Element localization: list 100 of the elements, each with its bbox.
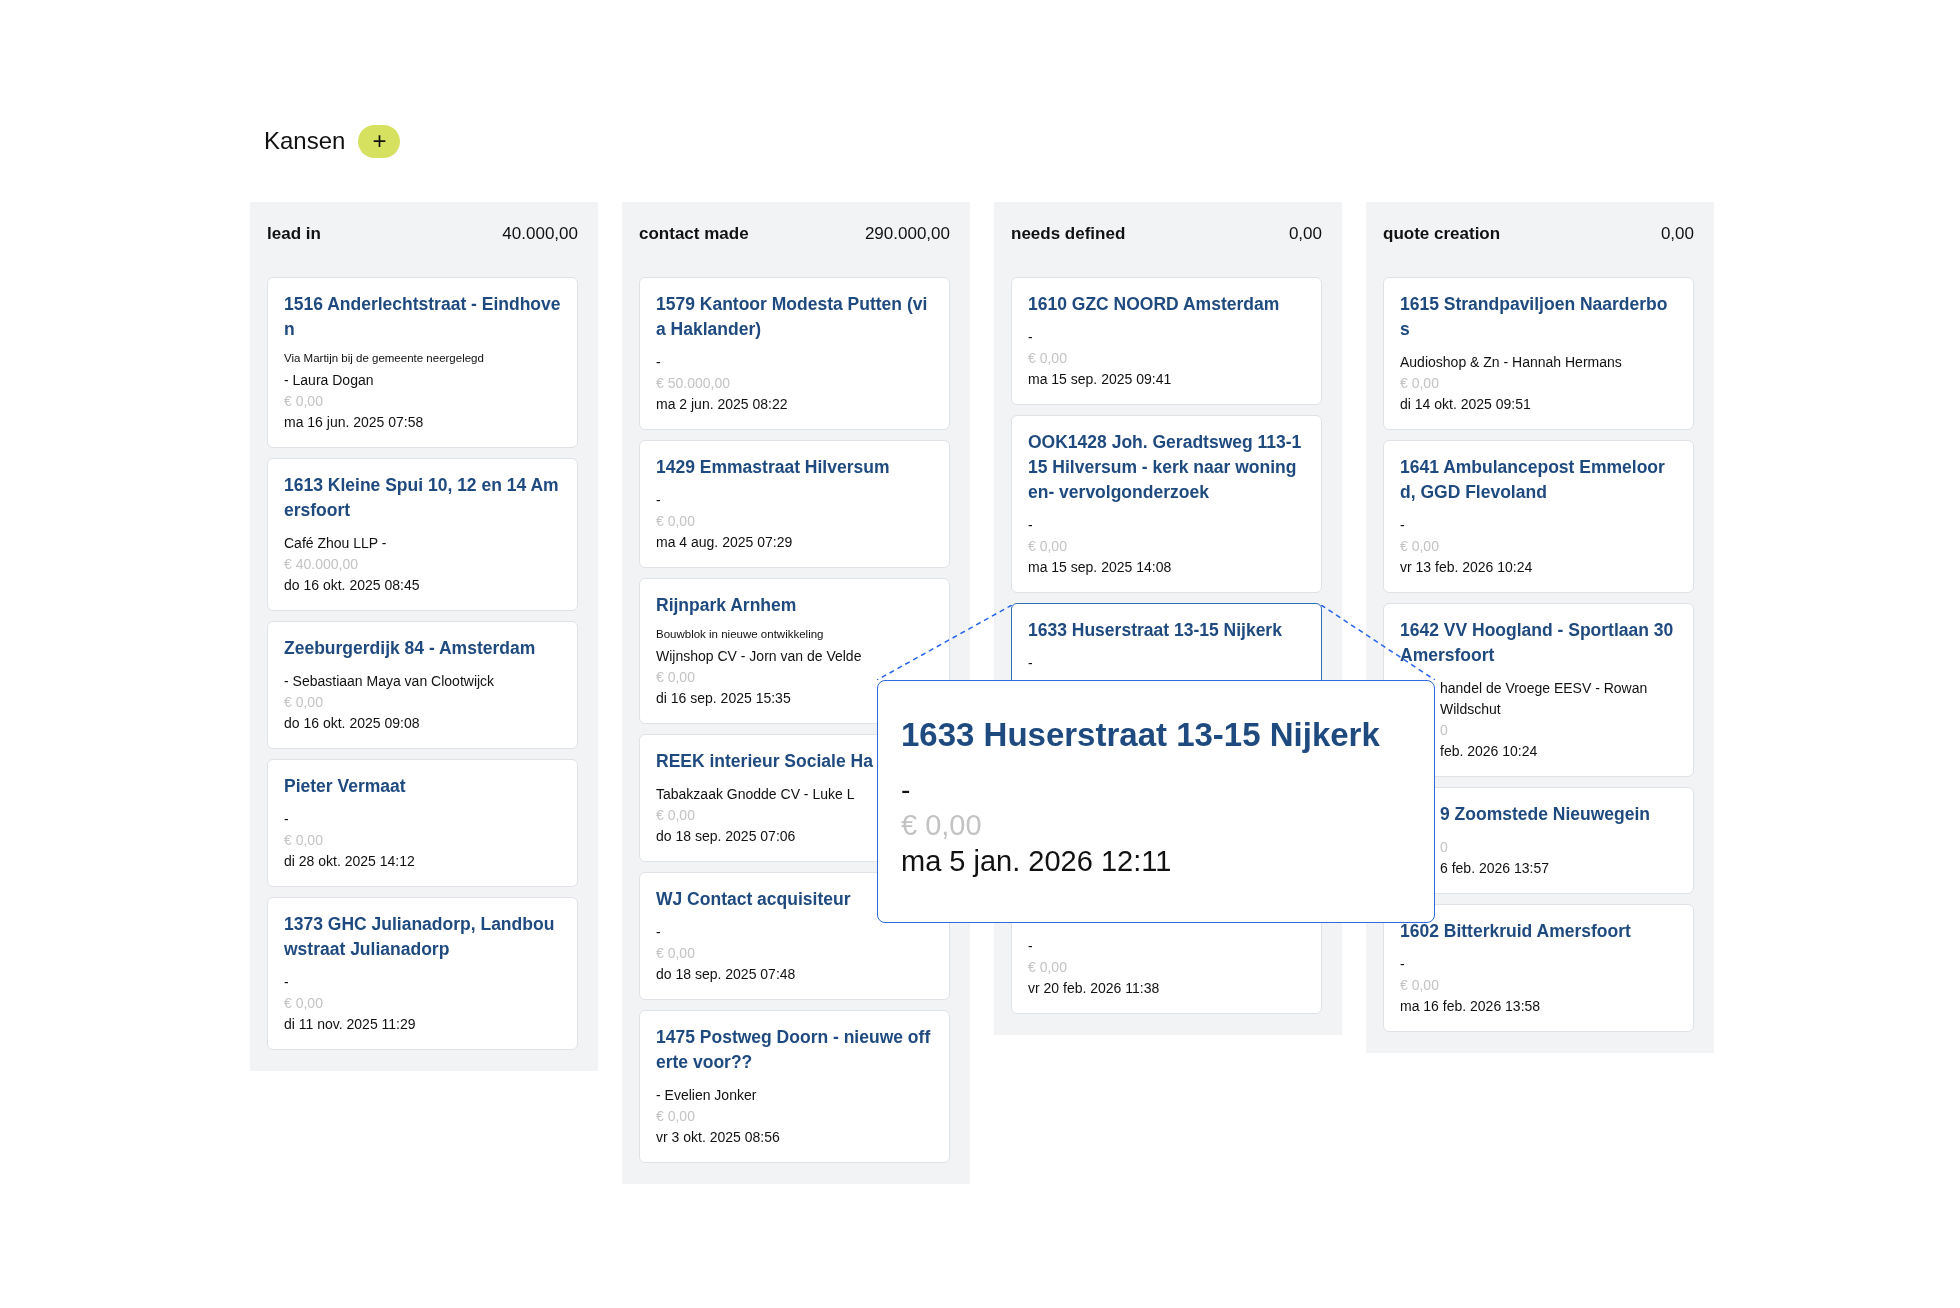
opportunity-card[interactable]: Rijnpark Arnhem Bouwblok in nieuwe ontwikkeling Wijnshop CV - Jorn van de Velde € 0,00 di 16 sep. 2025 15:35 (639, 578, 950, 724)
card-title: 1429 Emmastraat Hilversum (656, 456, 890, 479)
card-contact: - (656, 923, 661, 942)
card-amount: € 0,00 (1028, 349, 1067, 368)
opportunity-card[interactable]: 1373 GHC Julianadorp, Landbouwstraat Julianadorp - € 0,00 di 11 nov. 2025 11:29 (267, 897, 578, 1050)
opportunity-card[interactable]: 1615 Strandpaviljoen Naarderbos Audioshop & Zn - Hannah Hermans € 0,00 di 14 okt. 2025 09:51 (1383, 277, 1694, 430)
column-title: contact made (639, 223, 749, 246)
card-date: ma 16 feb. 2026 13:58 (1400, 997, 1541, 1016)
card-title: 1610 GZC NOORD Amsterdam (1028, 293, 1280, 316)
card-title: 9 Zoomstede Nieuwegein (1439, 803, 1651, 826)
card-date: vr 3 okt. 2025 08:56 (656, 1128, 780, 1147)
opportunity-card[interactable]: 1641 Ambulancepost Emmeloord, GGD Flevoland - € 0,00 vr 13 feb. 2026 10:24 (1383, 440, 1694, 593)
card-amount: € 0,00 (1028, 958, 1067, 977)
card-title: Pieter Vermaat (284, 775, 406, 798)
column-title: needs defined (1011, 223, 1126, 246)
card-date: vr 13 feb. 2026 10:24 (1400, 558, 1533, 577)
card-amount: € 0,00 (284, 693, 323, 712)
card-title: 1642 VV Hoogland - Sportlaan 30 Amersfoort (1400, 619, 1675, 667)
card-amount: € 0,00 (1028, 537, 1067, 556)
card-contact: - Evelien Jonker (656, 1086, 757, 1105)
card-date: do 16 okt. 2025 09:08 (284, 714, 420, 733)
opportunity-card[interactable]: Pieter Vermaat - € 0,00 di 28 okt. 2025 14:12 (267, 759, 578, 887)
card-date: di 28 okt. 2025 14:12 (284, 852, 415, 871)
card-contact: - (656, 491, 661, 510)
card-title: WJ Contact acquisiteur (656, 888, 851, 911)
card-title: 1475 Postweg Doorn - nieuwe offerte voor?? (656, 1026, 932, 1074)
card-amount: € 0,00 (656, 512, 695, 531)
card-amount: € 50.000,00 (656, 374, 730, 393)
card-contact: - (1028, 516, 1033, 535)
card-title: 1373 GHC Julianadorp, Landbouwstraat Julianadorp (284, 913, 556, 961)
card-amount: € 0,00 (656, 806, 695, 825)
card-contact: - Laura Dogan (284, 371, 374, 390)
card-contact: Audioshop & Zn - Hannah Hermans (1400, 353, 1622, 372)
opportunity-card[interactable]: Zeeburgerdijk 84 - Amsterdam - Sebastiaan Maya van Clootwijck € 0,00 do 16 okt. 2025 09:08 (267, 621, 578, 749)
card-amount: 0 (1439, 721, 1448, 740)
card-contact: - (1400, 955, 1405, 974)
card-contact: - (1028, 937, 1033, 956)
card-date: do 16 okt. 2025 08:45 (284, 576, 420, 595)
card-date: ma 15 sep. 2025 14:08 (1028, 558, 1172, 577)
card-contact: - (656, 353, 661, 372)
card-date: feb. 2026 10:24 (1439, 742, 1538, 761)
card-contact: - (1028, 654, 1033, 673)
card-note: Bouwblok in nieuwe ontwikkeling (656, 627, 824, 642)
column-total: 0,00 (1288, 223, 1322, 246)
card-amount: € 0,00 (656, 668, 695, 687)
card-amount: € 40.000,00 (284, 555, 358, 574)
card-title: Zeeburgerdijk 84 - Amsterdam (284, 637, 536, 660)
card-title: 1641 Ambulancepost Emmeloord, GGD Flevoland (1400, 456, 1666, 504)
card-title: 1615 Strandpaviljoen Naarderbos (1400, 293, 1669, 341)
card-date: ma 2 jun. 2025 08:22 (656, 395, 788, 414)
card-contact: - (1028, 328, 1033, 347)
opportunity-card[interactable]: 1642 VV Hoogland - Sportlaan 30 Amersfoort handel de Vroege EESV - Rowan Wildschut 0 feb. 2026 10:24 (1383, 603, 1694, 777)
card-date: di 11 nov. 2025 11:29 (284, 1015, 416, 1034)
card-amount: € 0,00 (1400, 537, 1439, 556)
card-date: vr 20 feb. 2026 11:38 (1028, 979, 1160, 998)
card-amount: € 0,00 (656, 944, 695, 963)
card-title: 1613 Kleine Spui 10, 12 en 14 Amersfoort (284, 474, 560, 522)
card-contact: Wijnshop CV - Jorn van de Velde (656, 647, 862, 666)
page-title: Kansen (264, 126, 346, 156)
opportunity-card[interactable]: WJ Contact acquisiteur - € 0,00 do 18 sep. 2025 07:48 (639, 872, 950, 1000)
callout-contact: - (901, 773, 911, 807)
card-title: Rijnpark Arnhem (656, 594, 797, 617)
column-title: lead in (267, 223, 321, 246)
card-note: Via Martijn bij de gemeente neergelegd (284, 351, 484, 366)
card-date: do 18 sep. 2025 07:06 (656, 827, 796, 846)
card-title: REEK interieur Sociale Ha (656, 750, 873, 773)
opportunity-card[interactable]: 1516 Anderlechtstraat - Eindhoven Via Martijn bij de gemeente neergelegd - Laura Dogan € 0,00 ma 16 jun. 2025 07:58 (267, 277, 578, 448)
card-date: ma 16 jun. 2025 07:58 (284, 413, 424, 432)
card-contact: - (1400, 516, 1405, 535)
card-contact: - (284, 973, 289, 992)
opportunity-card[interactable]: OOK1428 Joh. Geradtsweg 113-115 Hilversum - kerk naar woningen- vervolgonderzoek - € 0,00 ma 15 sep. 2025 14:08 (1011, 415, 1322, 593)
card-date: ma 4 aug. 2025 07:29 (656, 533, 793, 552)
card-date: ma 15 sep. 2025 09:41 (1028, 370, 1172, 389)
card-date: do 18 sep. 2025 07:48 (656, 965, 796, 984)
card-title: OOK1428 Joh. Geradtsweg 113-115 Hilversum - kerk naar woningen- vervolgonderzoek (1028, 431, 1303, 504)
column-title: quote creation (1383, 223, 1501, 246)
opportunity-card[interactable]: 1610 GZC NOORD Amsterdam - € 0,00 ma 15 sep. 2025 09:41 (1011, 277, 1322, 405)
card-date: di 16 sep. 2025 15:35 (656, 689, 791, 708)
card-amount: € 0,00 (284, 994, 323, 1013)
opportunity-card[interactable]: 1475 Postweg Doorn - nieuwe offerte voor?? - Evelien Jonker € 0,00 vr 3 okt. 2025 08:56 (639, 1010, 950, 1163)
card-contact: Tabakzaak Gnodde CV - Luke L (656, 785, 855, 804)
column-total: 40.000,00 (502, 223, 578, 246)
opportunity-card[interactable]: 1602 Bitterkruid Amersfoort - € 0,00 ma 16 feb. 2026 13:58 (1383, 904, 1694, 1032)
card-contact: handel de Vroege EESV - Rowan Wildschut (1439, 679, 1649, 719)
card-title: 1579 Kantoor Modesta Putten (via Haklander) (656, 293, 929, 341)
card-title: 1633 Huserstraat 13-15 Nijkerk (1028, 619, 1282, 642)
card-amount: € 0,00 (1400, 976, 1439, 995)
opportunity-card[interactable]: 1579 Kantoor Modesta Putten (via Haklander) - € 50.000,00 ma 2 jun. 2025 08:22 (639, 277, 950, 430)
card-contact: - (284, 810, 289, 829)
card-amount: € 0,00 (284, 831, 323, 850)
opportunity-card[interactable]: 1613 Kleine Spui 10, 12 en 14 Amersfoort Café Zhou LLP - € 40.000,00 do 16 okt. 2025 08:45 (267, 458, 578, 611)
card-date: di 14 okt. 2025 09:51 (1400, 395, 1531, 414)
card-amount: € 0,00 (656, 1107, 695, 1126)
card-amount: € 0,00 (284, 392, 323, 411)
card-amount: 0 (1439, 838, 1448, 857)
opportunity-card[interactable]: 1429 Emmastraat Hilversum - € 0,00 ma 4 aug. 2025 07:29 (639, 440, 950, 568)
column-total: 0,00 (1660, 223, 1694, 246)
add-button[interactable]: + (358, 124, 401, 158)
card-title: 1602 Bitterkruid Amersfoort (1400, 920, 1631, 943)
column-total: 290.000,00 (864, 223, 950, 246)
